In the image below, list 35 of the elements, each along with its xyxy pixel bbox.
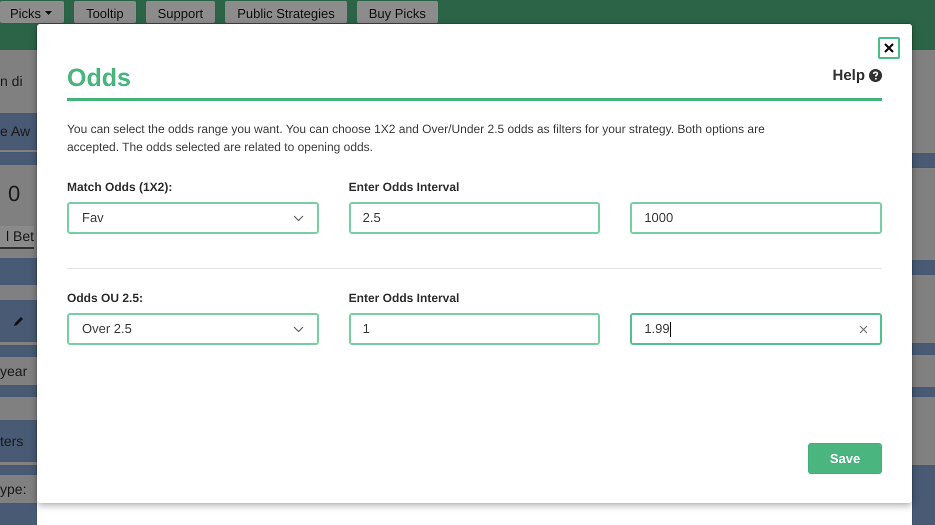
field-label: Enter Odds Interval [348,290,460,307]
page-number-fragment: 0 [7,180,20,208]
odds-select[interactable]: Over 2.5 [67,313,319,345]
dialog-description: You can select the odds range you want. You can choose 1X2 and Over/Under 2.5 odds as filters for your strategy. Both options are accepted. The odds selected are related to opening odds. [67,121,766,156]
max-odds-field[interactable]: 1000 [630,202,882,234]
page-band [912,465,935,525]
min-odds-field[interactable]: 1 [348,313,600,345]
page-text-fragment: year [0,362,28,381]
help-link[interactable]: Help [832,64,882,87]
nav-tab[interactable]: Buy Picks [356,1,438,23]
clear-icon[interactable] [859,324,868,334]
max-odds-field[interactable]: 1.99 [630,313,882,345]
caret-icon [45,11,52,15]
min-odds-field[interactable]: 2.5 [348,202,600,234]
chevron-down-icon [292,326,304,332]
field-label: Match Odds (1X2): [67,179,174,196]
pencil-icon [13,315,25,327]
odds-select[interactable]: Fav [67,202,319,234]
page-text-fragment: ters [0,432,24,450]
question-circle-icon [869,69,882,82]
field-label: Enter Odds Interval [348,179,460,196]
dialog-title: Odds [67,63,131,93]
page-band [0,503,37,525]
field-label: Odds OU 2.5: [67,290,144,307]
page-tab-fragment: l Bet [0,226,34,248]
page-text-fragment: n di [0,72,23,91]
nav-tab[interactable]: Public Strategies [225,1,347,23]
close-icon [884,43,894,53]
close-button[interactable] [878,37,900,59]
page-text-fragment: e Aw [0,122,30,141]
nav-tab[interactable]: Tooltip [74,1,136,23]
nav-tab[interactable]: Picks [0,1,64,23]
page-text-fragment: ype: [0,480,26,499]
chevron-down-icon [292,214,304,222]
nav-tab[interactable]: Support [146,1,216,23]
